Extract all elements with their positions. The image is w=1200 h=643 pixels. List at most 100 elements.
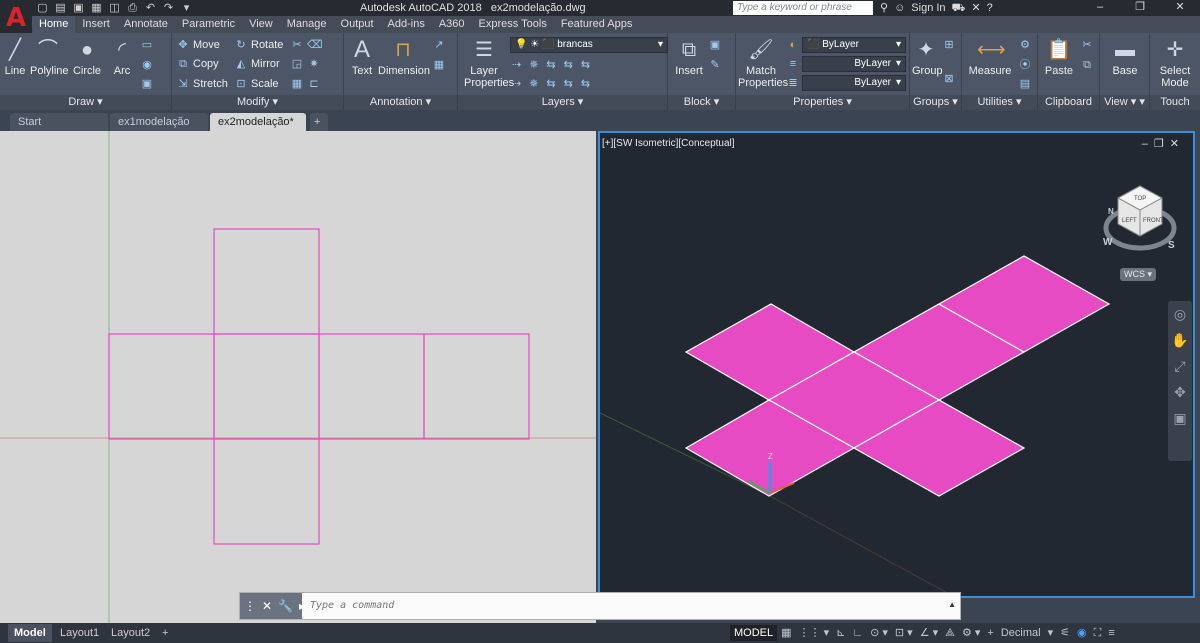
layer-tools-row2[interactable]: ⇢✵⇆⇆⇆ xyxy=(512,78,598,90)
tab-view[interactable]: View xyxy=(242,16,280,33)
view-panel-title[interactable]: View ▾ ▾ xyxy=(1100,95,1149,110)
circle-button[interactable]: ● Circle xyxy=(72,37,102,77)
match-properties-button[interactable]: 🖌 Match Properties xyxy=(738,37,788,89)
command-prompt-icon[interactable]: ▸ xyxy=(299,593,305,619)
compass-n-label[interactable]: N xyxy=(1108,207,1114,216)
filetab-ex2[interactable]: ex2modelação* × xyxy=(210,113,306,146)
pan-icon[interactable]: ✋ xyxy=(1168,327,1192,353)
color-dropdown[interactable]: ⬛ ByLayer ▾ xyxy=(802,37,906,53)
clean-screen-icon[interactable]: ⛶ xyxy=(1091,625,1105,641)
net-face-far[interactable] xyxy=(423,333,530,440)
restore-icon[interactable]: ❐ xyxy=(1120,0,1160,16)
rectangle-button[interactable]: ▭ xyxy=(140,39,157,51)
tab-home[interactable]: Home xyxy=(32,16,76,33)
compass-s-label[interactable]: S xyxy=(1168,240,1175,251)
hatch-button[interactable]: ◉ xyxy=(140,59,157,71)
signin-link[interactable]: Sign In xyxy=(911,1,945,15)
orbit-icon[interactable]: ✥ xyxy=(1168,379,1192,405)
measure-button[interactable]: ⟷ Measure xyxy=(966,37,1014,77)
minimize-icon[interactable]: – xyxy=(1080,0,1120,16)
search-input[interactable]: Type a keyword or phrase xyxy=(733,1,873,15)
wcs-menu[interactable]: WCS ▾ xyxy=(1120,268,1156,281)
viewcube-left-label[interactable]: LEFT xyxy=(1122,218,1137,224)
binoculars-icon[interactable]: ⚲ xyxy=(880,1,888,15)
tab-a360[interactable]: A360 xyxy=(432,16,472,33)
customize-status-icon[interactable]: ≡ xyxy=(1105,625,1117,641)
compass-w-label[interactable]: W xyxy=(1103,237,1113,248)
tab-layout2[interactable]: Layout2 xyxy=(105,624,156,642)
open-icon[interactable]: ▤ xyxy=(54,1,67,15)
explode-icon[interactable]: ✷ xyxy=(307,58,321,70)
steering-wheel-icon[interactable]: ◎ xyxy=(1168,301,1192,327)
draw-panel-title[interactable]: Draw ▾ xyxy=(0,95,171,110)
layer-tools-row1[interactable]: ⇢✵⇆⇆⇆ xyxy=(512,59,598,71)
base-button[interactable]: ▬ Base xyxy=(1108,37,1142,77)
modify-panel-title[interactable]: Modify ▾ xyxy=(172,95,343,110)
offset-icon[interactable]: ⊏ xyxy=(307,78,321,90)
edit-block-button[interactable]: ✎ xyxy=(708,59,725,71)
saveas-icon[interactable]: ▦ xyxy=(90,1,103,15)
grid-icon[interactable]: ▦ xyxy=(778,625,794,641)
polar-icon[interactable]: ⊙ ▾ xyxy=(867,625,891,641)
plus-icon-status[interactable]: + xyxy=(984,625,996,641)
zoom-icon[interactable]: ⤢ xyxy=(1168,353,1192,379)
groups-panel-title[interactable]: Groups ▾ xyxy=(910,95,961,110)
layer-dropdown[interactable]: 💡 ☀ ⬛ brancas ▾ xyxy=(510,37,668,53)
workspace-icon[interactable]: ⚙ ▾ xyxy=(959,625,983,641)
close-icon[interactable]: ✕ xyxy=(1160,0,1200,16)
undo-icon[interactable]: ↶ xyxy=(144,1,157,15)
new-icon[interactable]: ▢ xyxy=(36,1,49,15)
filetab-start[interactable]: Start xyxy=(10,113,108,131)
select-mode-button[interactable]: ✛ Select Mode xyxy=(1154,37,1196,89)
signin-area[interactable]: ⚲ ☺ Sign In ⛟ ✕? xyxy=(880,1,993,15)
create-block-button[interactable]: ▣ xyxy=(708,39,725,51)
line-button[interactable]: ╱ Line xyxy=(2,37,28,77)
infer-icon[interactable]: ⊾ xyxy=(833,625,848,641)
stretch-button[interactable]: ⇲ Stretch xyxy=(176,78,227,90)
units-dropdown-arrow-icon[interactable]: ▾ xyxy=(1045,625,1057,641)
table-button[interactable]: ▦ xyxy=(432,59,449,71)
customize-command-icon[interactable]: 🔧 xyxy=(278,593,293,619)
command-history-arrow-icon[interactable]: ▲ xyxy=(948,600,956,609)
ortho-icon[interactable]: ∟ xyxy=(849,625,866,641)
group-button[interactable]: ✦ Group xyxy=(912,37,943,77)
command-input[interactable]: Type a command xyxy=(310,600,394,611)
tab-express-tools[interactable]: Express Tools xyxy=(472,16,554,33)
leader-button[interactable]: ↗ xyxy=(432,39,449,51)
insert-button[interactable]: ⧉ Insert xyxy=(674,37,704,77)
calculator-button[interactable]: ▤ xyxy=(1018,78,1035,90)
snap-icon[interactable]: ⋮⋮ ▾ xyxy=(796,625,833,641)
add-layout-button[interactable]: + xyxy=(156,624,174,642)
viewcube[interactable]: TOP LEFT FRONT W S N xyxy=(1100,178,1180,258)
cube-net-3d[interactable] xyxy=(684,255,1111,497)
text-button[interactable]: A Text xyxy=(348,37,376,78)
array-button[interactable]: ▦ ⊏ xyxy=(290,78,324,90)
viewcube-top-label[interactable]: TOP xyxy=(1134,196,1146,202)
lineweight-dropdown[interactable]: ByLayer ▾ xyxy=(802,75,906,91)
new-tab-button[interactable]: + xyxy=(310,113,328,131)
annotation-scale-icon[interactable]: ⟁ xyxy=(942,625,958,641)
ungroup-button[interactable]: ⊞ xyxy=(942,39,959,51)
mirror-button[interactable]: ◭ Mirror xyxy=(234,58,280,70)
tab-annotate[interactable]: Annotate xyxy=(117,16,175,33)
showmotion-icon[interactable]: ▣ xyxy=(1168,405,1192,431)
net-face-top[interactable] xyxy=(213,228,320,335)
web-icon[interactable]: ◫ xyxy=(108,1,121,15)
otrack-icon[interactable]: ∠ ▾ xyxy=(917,625,941,641)
copy-button[interactable]: ⧉ Copy xyxy=(176,58,219,70)
layers-panel-title[interactable]: Layers ▾ xyxy=(458,95,667,110)
erase-icon[interactable]: ⌫ xyxy=(307,39,323,51)
net-face-left[interactable] xyxy=(108,333,215,440)
save-icon[interactable]: ▣ xyxy=(72,1,85,15)
viewport-3d[interactable]: [+][SW Isometric][Conceptual] –❐✕ Z TOP … xyxy=(598,131,1195,598)
cube-net-2d[interactable] xyxy=(108,228,530,545)
move-button[interactable]: ✥ Move xyxy=(176,39,220,51)
net-face-right[interactable] xyxy=(318,333,425,440)
clipboard-panel-title[interactable]: Clipboard xyxy=(1038,95,1099,110)
trim-button[interactable]: ✂ ⌫ xyxy=(290,39,324,51)
dimension-button[interactable]: ⊓ Dimension xyxy=(378,37,430,77)
customize-icon[interactable]: ▾ xyxy=(180,1,193,15)
redo-icon[interactable]: ↷ xyxy=(162,1,175,15)
utilities-panel-title[interactable]: Utilities ▾ xyxy=(962,95,1037,110)
copy-clip-button[interactable]: ⧉ xyxy=(1080,59,1097,71)
